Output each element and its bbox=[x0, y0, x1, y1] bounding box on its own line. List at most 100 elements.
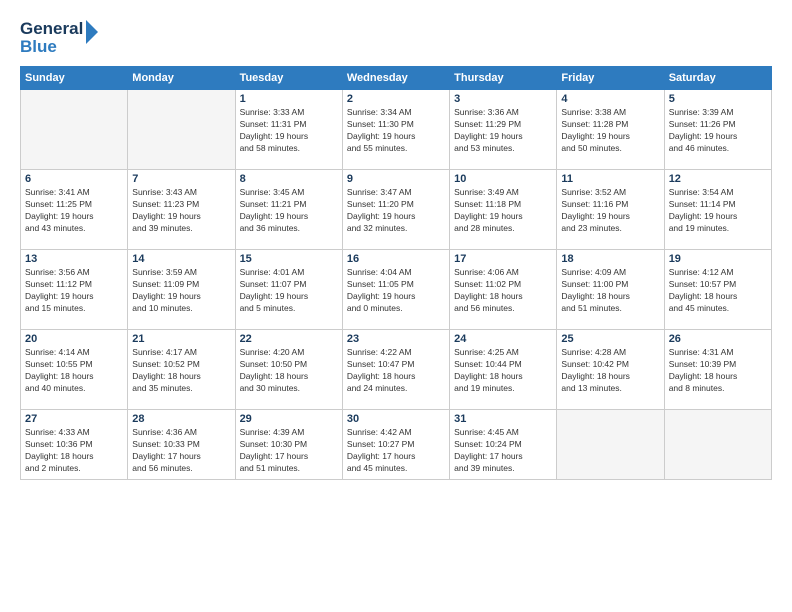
day-info: Sunrise: 3:33 AM Sunset: 11:31 PM Daylig… bbox=[240, 107, 338, 155]
day-info: Sunrise: 3:34 AM Sunset: 11:30 PM Daylig… bbox=[347, 107, 445, 155]
day-number: 8 bbox=[240, 173, 338, 185]
weekday-header-sunday: Sunday bbox=[21, 67, 128, 90]
calendar-cell: 3 Sunrise: 3:36 AM Sunset: 11:29 PM Dayli… bbox=[450, 90, 557, 170]
calendar-week-row: 20Sunrise: 4:14 AM Sunset: 10:55 PM Dayl… bbox=[21, 330, 772, 410]
day-number: 24 bbox=[454, 333, 552, 345]
day-number: 7 bbox=[132, 173, 230, 185]
calendar-cell: 21Sunrise: 4:17 AM Sunset: 10:52 PM Dayl… bbox=[128, 330, 235, 410]
day-info: Sunrise: 3:59 AM Sunset: 11:09 PM Daylig… bbox=[132, 267, 230, 315]
calendar-cell bbox=[21, 90, 128, 170]
day-info: Sunrise: 4:09 AM Sunset: 11:00 PM Daylig… bbox=[561, 267, 659, 315]
day-info: Sunrise: 4:06 AM Sunset: 11:02 PM Daylig… bbox=[454, 267, 552, 315]
calendar-cell: 14Sunrise: 3:59 AM Sunset: 11:09 PM Dayl… bbox=[128, 250, 235, 330]
svg-text:General: General bbox=[20, 19, 83, 38]
calendar-cell: 23Sunrise: 4:22 AM Sunset: 10:47 PM Dayl… bbox=[342, 330, 449, 410]
weekday-header-wednesday: Wednesday bbox=[342, 67, 449, 90]
logo-svg: GeneralBlue bbox=[20, 16, 100, 56]
calendar-cell: 12 Sunrise: 3:54 AM Sunset: 11:14 PM Dayl… bbox=[664, 170, 771, 250]
day-number: 13 bbox=[25, 253, 123, 265]
day-number: 15 bbox=[240, 253, 338, 265]
calendar-cell: 25 Sunrise: 4:28 AM Sunset: 10:42 PM Dayl… bbox=[557, 330, 664, 410]
day-number: 18 bbox=[561, 253, 659, 265]
calendar-cell: 4 Sunrise: 3:38 AM Sunset: 11:28 PM Dayli… bbox=[557, 90, 664, 170]
calendar-cell bbox=[557, 410, 664, 480]
day-number: 22 bbox=[240, 333, 338, 345]
calendar-cell: 8 Sunrise: 3:45 AM Sunset: 11:21 PM Dayli… bbox=[235, 170, 342, 250]
calendar-cell: 5 Sunrise: 3:39 AM Sunset: 11:26 PM Dayli… bbox=[664, 90, 771, 170]
day-info: Sunrise: 3:49 AM Sunset: 11:18 PM Daylig… bbox=[454, 187, 552, 235]
day-number: 1 bbox=[240, 93, 338, 105]
day-number: 5 bbox=[669, 93, 767, 105]
calendar-cell: 9Sunrise: 3:47 AM Sunset: 11:20 PM Dayli… bbox=[342, 170, 449, 250]
calendar-table: SundayMondayTuesdayWednesdayThursdayFrid… bbox=[20, 66, 772, 480]
day-info: Sunrise: 4:39 AM Sunset: 10:30 PM Daylig… bbox=[240, 427, 338, 475]
weekday-header-tuesday: Tuesday bbox=[235, 67, 342, 90]
day-info: Sunrise: 3:36 AM Sunset: 11:29 PM Daylig… bbox=[454, 107, 552, 155]
calendar-cell: 20Sunrise: 4:14 AM Sunset: 10:55 PM Dayl… bbox=[21, 330, 128, 410]
day-info: Sunrise: 3:38 AM Sunset: 11:28 PM Daylig… bbox=[561, 107, 659, 155]
day-number: 19 bbox=[669, 253, 767, 265]
day-info: Sunrise: 3:56 AM Sunset: 11:12 PM Daylig… bbox=[25, 267, 123, 315]
calendar-cell: 15 Sunrise: 4:01 AM Sunset: 11:07 PM Dayl… bbox=[235, 250, 342, 330]
day-number: 28 bbox=[132, 413, 230, 425]
day-info: Sunrise: 4:31 AM Sunset: 10:39 PM Daylig… bbox=[669, 347, 767, 395]
day-info: Sunrise: 4:33 AM Sunset: 10:36 PM Daylig… bbox=[25, 427, 123, 475]
calendar-cell: 30 Sunrise: 4:42 AM Sunset: 10:27 PM Dayl… bbox=[342, 410, 449, 480]
day-info: Sunrise: 4:28 AM Sunset: 10:42 PM Daylig… bbox=[561, 347, 659, 395]
calendar-cell: 17Sunrise: 4:06 AM Sunset: 11:02 PM Dayl… bbox=[450, 250, 557, 330]
day-info: Sunrise: 4:45 AM Sunset: 10:24 PM Daylig… bbox=[454, 427, 552, 475]
day-number: 10 bbox=[454, 173, 552, 185]
day-info: Sunrise: 4:17 AM Sunset: 10:52 PM Daylig… bbox=[132, 347, 230, 395]
calendar-cell: 28Sunrise: 4:36 AM Sunset: 10:33 PM Dayl… bbox=[128, 410, 235, 480]
calendar-cell: 13 Sunrise: 3:56 AM Sunset: 11:12 PM Dayl… bbox=[21, 250, 128, 330]
calendar-cell: 31Sunrise: 4:45 AM Sunset: 10:24 PM Dayl… bbox=[450, 410, 557, 480]
weekday-header-friday: Friday bbox=[557, 67, 664, 90]
day-info: Sunrise: 4:01 AM Sunset: 11:07 PM Daylig… bbox=[240, 267, 338, 315]
weekday-header-row: SundayMondayTuesdayWednesdayThursdayFrid… bbox=[21, 67, 772, 90]
header: GeneralBlue bbox=[20, 16, 772, 56]
calendar-cell: 11 Sunrise: 3:52 AM Sunset: 11:16 PM Dayl… bbox=[557, 170, 664, 250]
weekday-header-saturday: Saturday bbox=[664, 67, 771, 90]
day-info: Sunrise: 4:12 AM Sunset: 10:57 PM Daylig… bbox=[669, 267, 767, 315]
calendar-cell: 6Sunrise: 3:41 AM Sunset: 11:25 PM Dayli… bbox=[21, 170, 128, 250]
calendar-cell: 2Sunrise: 3:34 AM Sunset: 11:30 PM Dayli… bbox=[342, 90, 449, 170]
day-info: Sunrise: 4:14 AM Sunset: 10:55 PM Daylig… bbox=[25, 347, 123, 395]
calendar-cell: 1 Sunrise: 3:33 AM Sunset: 11:31 PM Dayli… bbox=[235, 90, 342, 170]
day-number: 30 bbox=[347, 413, 445, 425]
calendar-cell: 29Sunrise: 4:39 AM Sunset: 10:30 PM Dayl… bbox=[235, 410, 342, 480]
calendar-week-row: 13 Sunrise: 3:56 AM Sunset: 11:12 PM Dayl… bbox=[21, 250, 772, 330]
calendar-cell: 19 Sunrise: 4:12 AM Sunset: 10:57 PM Dayl… bbox=[664, 250, 771, 330]
day-info: Sunrise: 3:39 AM Sunset: 11:26 PM Daylig… bbox=[669, 107, 767, 155]
calendar-cell: 24 Sunrise: 4:25 AM Sunset: 10:44 PM Dayl… bbox=[450, 330, 557, 410]
day-number: 4 bbox=[561, 93, 659, 105]
day-info: Sunrise: 3:45 AM Sunset: 11:21 PM Daylig… bbox=[240, 187, 338, 235]
calendar-cell: 10 Sunrise: 3:49 AM Sunset: 11:18 PM Dayl… bbox=[450, 170, 557, 250]
calendar-cell: 26 Sunrise: 4:31 AM Sunset: 10:39 PM Dayl… bbox=[664, 330, 771, 410]
day-number: 25 bbox=[561, 333, 659, 345]
calendar-cell bbox=[664, 410, 771, 480]
calendar-cell: 7Sunrise: 3:43 AM Sunset: 11:23 PM Dayli… bbox=[128, 170, 235, 250]
day-number: 3 bbox=[454, 93, 552, 105]
day-info: Sunrise: 4:25 AM Sunset: 10:44 PM Daylig… bbox=[454, 347, 552, 395]
calendar-cell: 16Sunrise: 4:04 AM Sunset: 11:05 PM Dayl… bbox=[342, 250, 449, 330]
day-number: 11 bbox=[561, 173, 659, 185]
day-info: Sunrise: 4:42 AM Sunset: 10:27 PM Daylig… bbox=[347, 427, 445, 475]
calendar-cell: 22 Sunrise: 4:20 AM Sunset: 10:50 PM Dayl… bbox=[235, 330, 342, 410]
day-number: 26 bbox=[669, 333, 767, 345]
day-info: Sunrise: 3:52 AM Sunset: 11:16 PM Daylig… bbox=[561, 187, 659, 235]
day-number: 12 bbox=[669, 173, 767, 185]
day-info: Sunrise: 3:54 AM Sunset: 11:14 PM Daylig… bbox=[669, 187, 767, 235]
day-number: 27 bbox=[25, 413, 123, 425]
calendar-week-row: 1 Sunrise: 3:33 AM Sunset: 11:31 PM Dayli… bbox=[21, 90, 772, 170]
day-info: Sunrise: 4:22 AM Sunset: 10:47 PM Daylig… bbox=[347, 347, 445, 395]
calendar-cell bbox=[128, 90, 235, 170]
weekday-header-thursday: Thursday bbox=[450, 67, 557, 90]
day-number: 9 bbox=[347, 173, 445, 185]
weekday-header-monday: Monday bbox=[128, 67, 235, 90]
page: GeneralBlue SundayMondayTuesdayWednesday… bbox=[0, 0, 792, 612]
day-info: Sunrise: 4:04 AM Sunset: 11:05 PM Daylig… bbox=[347, 267, 445, 315]
day-info: Sunrise: 4:20 AM Sunset: 10:50 PM Daylig… bbox=[240, 347, 338, 395]
calendar-cell: 27 Sunrise: 4:33 AM Sunset: 10:36 PM Dayl… bbox=[21, 410, 128, 480]
calendar-week-row: 27 Sunrise: 4:33 AM Sunset: 10:36 PM Dayl… bbox=[21, 410, 772, 480]
svg-text:Blue: Blue bbox=[20, 37, 57, 56]
